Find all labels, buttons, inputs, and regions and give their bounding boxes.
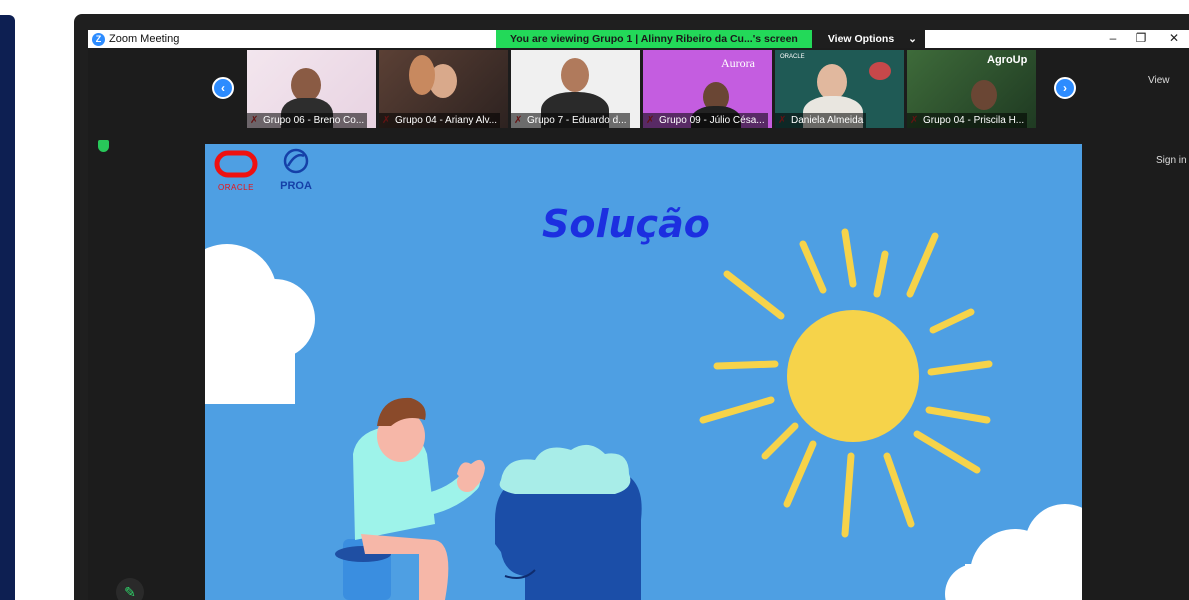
chevron-right-icon: › (1063, 81, 1067, 95)
cloud-right-icon (945, 504, 1082, 600)
chevron-down-icon: ⌄ (908, 33, 917, 45)
person-illustration (335, 397, 485, 600)
share-banner-text: You are viewing Grupo 1 | Alinny Ribeiro… (496, 30, 812, 48)
participant-hair (409, 55, 435, 95)
participant-video (817, 64, 847, 100)
close-icon[interactable]: ✕ (1164, 31, 1184, 45)
sun-icon (699, 228, 993, 538)
participant-tile[interactable]: AgroUp ✗ Grupo 04 - Priscila H... (907, 50, 1036, 128)
restore-icon[interactable]: ❐ (1131, 31, 1151, 45)
view-button[interactable]: View (1148, 75, 1170, 86)
participant-tile[interactable]: ✗ Grupo 04 - Ariany Alv... (379, 50, 508, 128)
zoom-logo-icon: Z (92, 32, 105, 46)
cloud-left-icon (205, 244, 315, 404)
participant-name: Grupo 04 - Ariany Alv... (379, 113, 501, 128)
title-bar: Z Zoom Meeting You are viewing Grupo 1 |… (88, 30, 1189, 48)
slide-illustration (205, 228, 1082, 600)
participant-video (291, 68, 321, 102)
participant-name: Grupo 7 - Eduardo d... (511, 113, 630, 128)
chevron-left-icon: ‹ (221, 81, 225, 95)
meeting-area: ‹ › ✗ Grupo 06 - Breno Co... ✗ Grupo 04 … (88, 48, 1189, 600)
participant-name: Daniela Almeida (775, 113, 867, 128)
participant-gallery: ✗ Grupo 06 - Breno Co... ✗ Grupo 04 - Ar… (247, 50, 1036, 128)
zoom-window: Z Zoom Meeting You are viewing Grupo 1 |… (74, 14, 1189, 600)
participant-tile[interactable]: ✗ Grupo 06 - Breno Co... (247, 50, 376, 128)
participant-tile[interactable]: Aurora ✗ Grupo 09 - Júlio Césa... (643, 50, 772, 128)
minimize-icon[interactable]: – (1103, 31, 1123, 45)
view-options-button[interactable]: View Options ⌄ (811, 30, 925, 48)
security-shield-icon[interactable] (98, 140, 109, 152)
participant-video (561, 58, 589, 92)
heart-decoration-icon (869, 62, 891, 80)
head-profile-illustration (495, 444, 642, 600)
thumb-agroup-text: AgroUp (987, 54, 1028, 66)
gallery-prev-button[interactable]: ‹ (212, 77, 234, 99)
participant-name: Grupo 04 - Priscila H... (907, 113, 1028, 128)
thumb-oracle-text: ORACLE (780, 54, 805, 60)
window-title: Zoom Meeting (109, 33, 180, 45)
participant-video (971, 80, 997, 110)
thumb-aurora-text: Aurora (721, 56, 755, 70)
sign-in-button[interactable]: Sign in (1156, 155, 1187, 166)
shared-slide: ORACLE PROA Solução (205, 144, 1082, 600)
left-edge-panel (0, 15, 15, 600)
participant-name: Grupo 09 - Júlio Césa... (643, 113, 768, 128)
gallery-next-button[interactable]: › (1054, 77, 1076, 99)
participant-name: Grupo 06 - Breno Co... (247, 113, 368, 128)
annotate-pencil-icon[interactable]: ✎ (116, 578, 144, 600)
view-options-label: View Options (827, 33, 895, 45)
screen-share-banner: You are viewing Grupo 1 | Alinny Ribeiro… (496, 30, 925, 48)
participant-tile[interactable]: ORACLE ✗ Daniela Almeida (775, 50, 904, 128)
participant-tile[interactable]: ✗ Grupo 7 - Eduardo d... (511, 50, 640, 128)
